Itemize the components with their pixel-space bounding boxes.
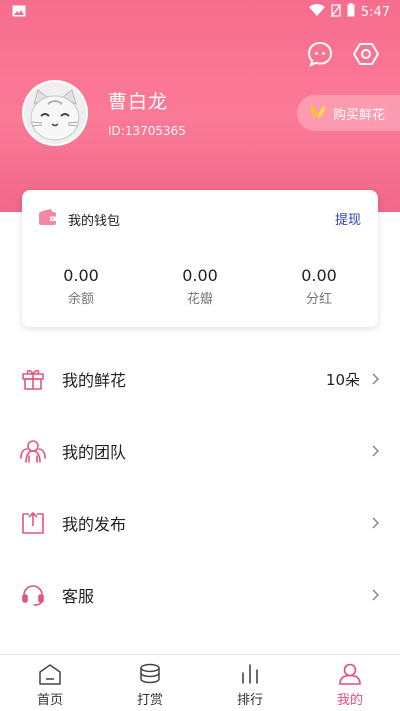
- cat-avatar-icon: [24, 82, 86, 144]
- menu-item-my-posts[interactable]: 我的发布: [0, 503, 400, 543]
- chevron-right-icon: [372, 589, 380, 601]
- profile-icon: [337, 662, 363, 686]
- bottom-nav: 首页 打赏 排行 我的: [0, 654, 400, 711]
- menu-label: 我的发布: [62, 515, 127, 534]
- no-sim-icon: [330, 3, 342, 21]
- nav-label: 我的: [336, 693, 363, 708]
- user-id: ID:13705365: [108, 124, 186, 138]
- nav-label: 排行: [236, 693, 263, 708]
- nav-home[interactable]: 首页: [0, 655, 100, 711]
- balance-label: 余额: [67, 292, 94, 307]
- gallery-notification-icon: [12, 5, 26, 21]
- buy-flower-button[interactable]: 购买鲜花: [297, 95, 400, 131]
- nav-label: 首页: [36, 693, 63, 708]
- coins-icon: [137, 662, 163, 686]
- withdraw-button[interactable]: 提现: [335, 209, 361, 228]
- menu-label: 我的团队: [62, 443, 127, 462]
- status-bar: 5:47: [0, 0, 400, 24]
- nav-mine[interactable]: 我的: [300, 655, 400, 711]
- menu-item-my-team[interactable]: 我的团队: [0, 431, 400, 471]
- petals-label: 花瓣: [186, 292, 213, 307]
- gift-icon: [20, 366, 46, 392]
- message-icon[interactable]: [306, 40, 334, 68]
- wallet-header: 我的钱包: [38, 208, 120, 230]
- menu-label: 客服: [62, 587, 95, 606]
- dividend-value: 0.00: [301, 266, 337, 285]
- wifi-icon: [308, 4, 325, 20]
- wallet-card: 我的钱包 提现 0.00 余额 0.00 花瓣 0.00 分红: [22, 190, 378, 327]
- petals-value: 0.00: [182, 266, 218, 285]
- headset-icon: [20, 582, 46, 608]
- nav-reward[interactable]: 打赏: [100, 655, 200, 711]
- nav-ranking[interactable]: 排行: [200, 655, 300, 711]
- balance-value: 0.00: [63, 266, 99, 285]
- dividend-stat[interactable]: 0.00 分红: [274, 266, 364, 307]
- settings-icon[interactable]: [352, 40, 380, 68]
- team-icon: [20, 438, 46, 464]
- dividend-label: 分红: [305, 292, 332, 307]
- status-time: 5:47: [360, 4, 390, 20]
- chevron-right-icon: [372, 445, 380, 457]
- profile-screen: 5:47 曹白龙 ID:13705365 购买鲜花 我的钱包 提现 0.00 余…: [0, 0, 400, 711]
- balance-stat[interactable]: 0.00 余额: [36, 266, 126, 307]
- menu-label: 我的鲜花: [62, 371, 127, 390]
- chevron-right-icon: [372, 517, 380, 529]
- chevron-right-icon: [372, 373, 380, 385]
- nav-label: 打赏: [136, 693, 163, 708]
- flower-icon: [309, 103, 327, 123]
- home-icon: [37, 662, 63, 686]
- buy-flower-label: 购买鲜花: [333, 107, 386, 123]
- ranking-icon: [237, 662, 263, 686]
- avatar[interactable]: [22, 80, 88, 146]
- wallet-title: 我的钱包: [68, 213, 121, 229]
- menu-item-my-flowers[interactable]: 我的鲜花 10朵: [0, 359, 400, 399]
- petals-stat[interactable]: 0.00 花瓣: [155, 266, 245, 307]
- wallet-icon: [38, 208, 58, 230]
- menu-item-customer-service[interactable]: 客服: [0, 575, 400, 615]
- flower-count: 10朵: [325, 370, 360, 389]
- publish-icon: [20, 510, 46, 536]
- username: 曹白龙: [108, 91, 169, 113]
- battery-icon: [347, 3, 355, 21]
